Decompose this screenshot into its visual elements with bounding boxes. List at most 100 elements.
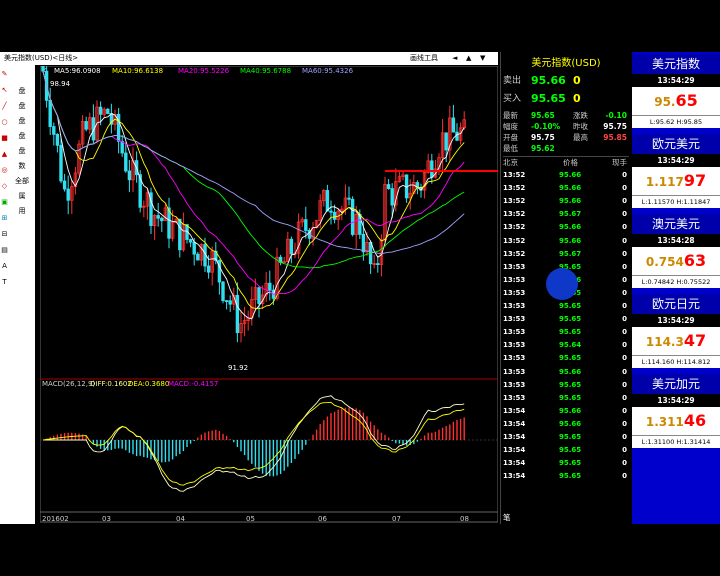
tick-row: 13:54 95.66 0 [503,418,629,431]
candle-body [390,188,394,206]
legend-ma10: MA10:96.6138 [112,67,163,75]
tick-row: 13:53 95.65 0 [503,392,629,405]
tick-price: 95.65 [559,328,582,337]
drawing-tool-4-icon[interactable]: ■ [0,133,9,143]
drawing-tool-7-icon[interactable]: ◇ [0,181,9,191]
stat-row: 开盘 95.75 最高 95.85 [503,132,629,143]
watchlist-card[interactable]: 美元指数 13:54:29 95.65 L:95.62 H:95.85 [632,54,720,134]
drawing-tool-8-icon[interactable]: ▣ [0,197,9,207]
tick-header-price: 价格 [563,158,578,167]
stat-value: -0.10 [605,111,627,120]
drawing-tool-6-icon[interactable]: ◎ [0,165,9,175]
x-tick-label: 05 [246,515,255,523]
tick-volume: 0 [622,315,627,324]
tick-price: 95.66 [559,406,582,415]
high-low: L:95.62 H:95.85 [632,115,720,128]
tick-time: 13:52 [503,236,526,245]
tick-row: 13:53 95.65 0 [503,352,629,365]
panel-toolbar: 盘盘盘盘盘数全部属用 [9,65,35,524]
drawing-tool-10-icon[interactable]: ⊟ [0,229,9,239]
drawing-tool-3-icon[interactable]: ○ [0,117,9,127]
instrument-price: 95.65 [632,87,720,115]
candle-body [120,140,124,154]
drawing-tool-0-icon[interactable]: ✎ [0,69,9,79]
stat-value: 95.75 [603,122,627,131]
drawing-tool-12-icon[interactable]: A [0,261,9,271]
tick-volume: 0 [622,459,627,468]
tick-time: 13:52 [503,171,526,179]
price-pips: 97 [683,171,707,190]
zoom-in-button[interactable]: ▲ [466,52,471,65]
drawing-tool-11-icon[interactable]: ▤ [0,245,9,255]
panel-button-5[interactable]: 数 [11,160,33,172]
price-pips: 46 [683,411,707,430]
watchlist-card[interactable]: 欧元日元 13:54:29 114.347 L:114.160 H:114.812 [632,294,720,374]
candle-body [444,132,448,151]
tick-row: 13:54 95.65 0 [503,431,629,444]
panel-button-6[interactable]: 全部 [11,175,33,187]
panel-button-0[interactable]: 盘 [11,85,33,97]
tick-volume: 0 [622,341,627,350]
candle-body [160,217,164,222]
watchlist-card[interactable]: 欧元美元 13:54:29 1.11797 L:1.11570 H:1.11847 [632,134,720,214]
stat-row: 最新 95.65 涨跌 -0.10 [503,110,629,121]
macd-diff-line [43,395,465,492]
drawing-tool-2-icon[interactable]: ╱ [0,101,9,111]
tick-row: 13:53 95.65 0 [503,379,629,392]
tick-row: 13:53 95.65 0 [503,300,629,313]
kline-chart[interactable]: KMA5:96.0908MA10:96.6138MA20:95.5226MA40… [40,66,498,524]
tick-price: 95.66 [559,171,582,179]
price-main: 95. [654,95,676,109]
x-tick-label: 03 [102,515,111,523]
panel-button-7[interactable]: 属 [11,190,33,202]
watchlist-sidebar: 美元指数 13:54:29 95.65 L:95.62 H:95.85 欧元美元 13:5… [632,52,720,524]
stat-label: 最低 [503,144,518,153]
drawing-tools-menu[interactable]: 画线工具 [410,52,438,65]
instrument-name: 美元加元 [632,374,720,394]
quote-title: 美元指数(USD) [531,58,601,69]
price-main: 0.754 [645,255,684,269]
price-pips: 65 [675,91,698,110]
panel-button-8[interactable]: 用 [11,205,33,217]
panel-button-4[interactable]: 盘 [11,145,33,157]
candle-body [221,281,225,301]
tick-price: 95.65 [559,380,582,389]
candle-body [41,66,45,72]
sell-label: 卖出 [503,76,522,86]
tick-price: 95.65 [559,354,582,363]
tick-time: 13:53 [503,341,526,350]
tick-price: 95.66 [559,419,582,428]
tick-price: 95.65 [559,393,582,402]
tick-time: 13:53 [503,393,526,402]
tick-volume: 0 [622,210,627,219]
tick-volume: 0 [622,446,627,455]
tick-row: 13:53 95.65 0 [503,326,629,339]
drawing-tool-13-icon[interactable]: T [0,277,9,287]
tick-volume: 0 [622,288,627,297]
tick-row: 13:53 95.66 0 [503,366,629,379]
panel-button-3[interactable]: 盘 [11,130,33,142]
high-low: L:114.160 H:114.812 [632,355,720,368]
zoom-out-button[interactable]: ▼ [480,52,485,65]
watchlist-card[interactable]: 澳元美元 13:54:28 0.75463 L:0.74842 H:0.75522 [632,214,720,294]
panel-button-1[interactable]: 盘 [11,100,33,112]
drawing-tool-9-icon[interactable]: ⊞ [0,213,9,223]
drawing-tool-5-icon[interactable]: ▲ [0,149,9,159]
watchlist-card[interactable]: 美元加元 13:54:29 1.31146 L:1.31100 H:1.31414 [632,374,720,454]
tick-time: 13:54 [503,419,526,428]
scroll-left-button[interactable]: ◄ [452,52,457,65]
tick-time: 13:54 [503,459,526,468]
tick-footer[interactable]: 笔 [503,512,629,524]
drawing-tool-1-icon[interactable]: ↖ [0,85,9,95]
tick-price: 95.64 [559,341,582,350]
candle-body [235,294,240,334]
candle-body [228,300,232,305]
stat-value: 95.65 [531,111,555,120]
candle-body [325,190,330,212]
tick-row: 13:53 95.64 0 [503,339,629,352]
candle-body [289,238,294,255]
tick-time: 13:54 [503,472,526,481]
panel-button-2[interactable]: 盘 [11,115,33,127]
legend-ma60: MA60:95.4326 [302,67,354,75]
candle-body [206,265,211,273]
